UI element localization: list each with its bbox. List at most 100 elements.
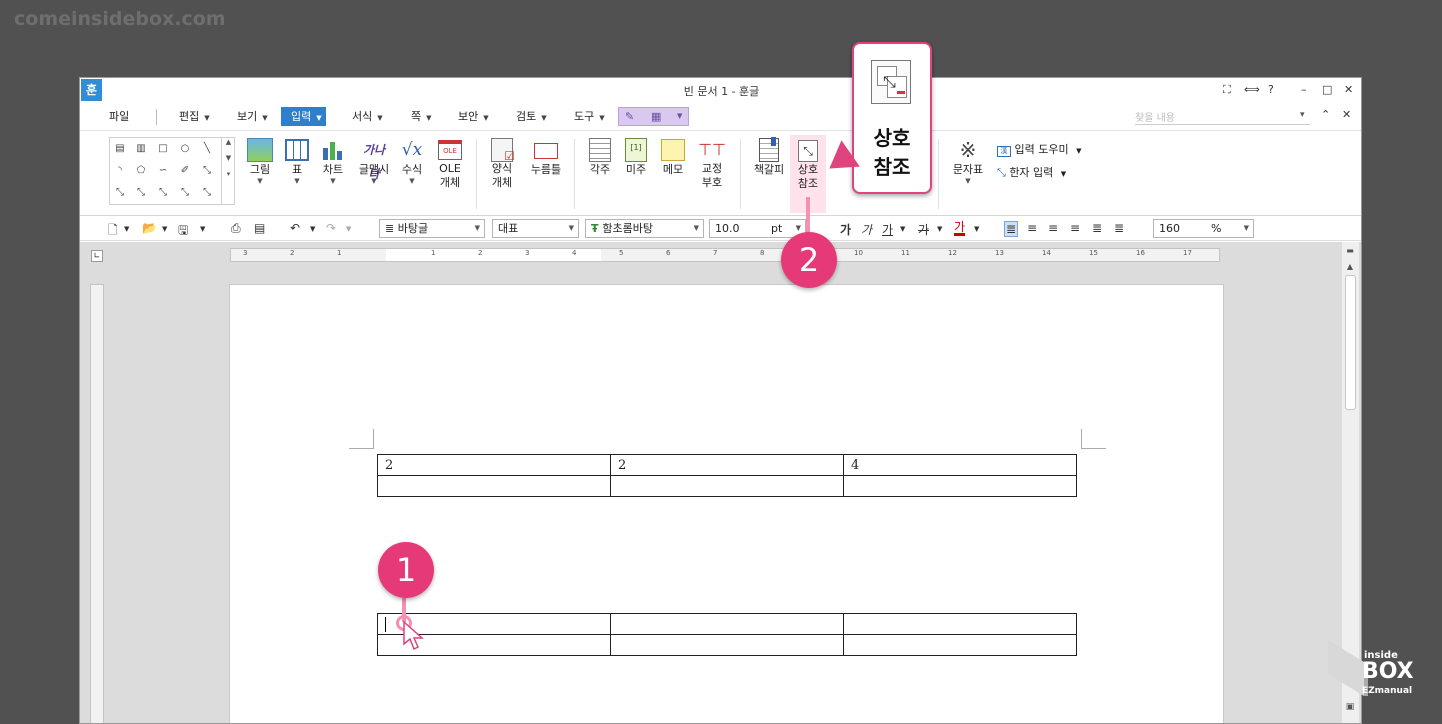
document-table[interactable]: 2 2 4 — [377, 454, 1077, 497]
connector-icon[interactable]: ⤡ — [200, 165, 214, 177]
chevron-down-icon[interactable]: ▾ — [1300, 110, 1305, 120]
menu-file[interactable]: 파일 — [105, 107, 133, 126]
style-select[interactable]: ≣ 바탕글 ▼ — [379, 219, 485, 238]
menu-review[interactable]: 검토 ▼ — [512, 107, 551, 126]
align-distribute-icon[interactable]: ≣ — [1092, 221, 1102, 235]
minimize-button[interactable]: – — [1301, 83, 1307, 96]
quick-style-toggle[interactable]: ✎ ▦ ▼ — [618, 107, 689, 126]
language-select[interactable]: 대표 ▼ — [492, 219, 579, 238]
chevron-down-icon[interactable]: ▼ — [162, 225, 167, 233]
chevron-down-icon[interactable]: ▼ — [937, 225, 942, 233]
document-table-2[interactable] — [377, 613, 1077, 656]
bold-icon[interactable]: 가 — [840, 221, 851, 238]
align-center-icon[interactable]: ≡ — [1048, 221, 1058, 235]
fullscreen-icon[interactable]: ⛶ — [1223, 83, 1231, 97]
vertical-ruler[interactable] — [90, 284, 104, 723]
page-nav-icon[interactable]: ▣ — [1344, 702, 1356, 714]
menu-insert[interactable]: 입력 ▼ — [281, 107, 326, 126]
shape-gallery[interactable]: ▤ ▥ □ ○ ╲ ◝ ⬠ ∽ ✐ ⤡ ⤡ ⤡ ⤡ ⤡ ⤡ ▲ ▼ ▾ — [109, 137, 235, 205]
chevron-down-icon[interactable]: ▼ — [200, 225, 205, 233]
connector-icon[interactable]: ⤡ — [200, 187, 214, 199]
table-cell[interactable]: 2 — [610, 454, 844, 476]
italic-icon[interactable]: 가 — [861, 221, 872, 238]
chevron-down-icon[interactable]: ▼ — [346, 225, 351, 233]
font-color-icon[interactable]: 가 — [954, 221, 966, 236]
new-document-icon[interactable]: 🗋 — [108, 221, 118, 242]
chevron-down-icon[interactable]: ▼ — [900, 225, 905, 233]
ribbon-memo-button[interactable]: 메모 — [656, 138, 690, 177]
barcode-icon[interactable]: ▥ — [134, 143, 148, 155]
open-folder-icon[interactable]: 📂 — [142, 221, 157, 235]
line-icon[interactable]: ╲ — [200, 143, 214, 155]
connector-icon[interactable]: ⤡ — [134, 187, 148, 199]
tab-stop-icon[interactable]: ∟ — [91, 250, 103, 262]
collapse-ribbon-icon[interactable]: ⌃ — [1321, 108, 1330, 121]
textbox-icon[interactable]: ▤ — [113, 143, 127, 155]
zoom-input[interactable]: 160% ▼ — [1153, 219, 1254, 238]
print-icon[interactable]: ⎙ — [231, 221, 241, 236]
ellipse-icon[interactable]: ○ — [178, 143, 192, 155]
ribbon-endnote-button[interactable]: [1] 미주 — [619, 138, 653, 177]
rectangle-icon[interactable]: □ — [156, 143, 170, 155]
close-button[interactable]: ✕ — [1344, 83, 1353, 96]
font-select[interactable]: Ŧ 함초롬바탕 ▼ — [585, 219, 704, 238]
ribbon-form-object-button[interactable]: ☑ 양식 개체 — [485, 138, 519, 190]
menu-format[interactable]: 서식 ▼ — [348, 107, 387, 126]
ribbon-chart-button[interactable]: 차트 ▼ — [316, 138, 350, 185]
menu-security[interactable]: 보안 ▼ — [454, 107, 493, 126]
resize-icon[interactable]: ⟺ — [1244, 83, 1260, 96]
polygon-icon[interactable]: ⬠ — [134, 165, 148, 177]
align-justify-icon[interactable]: ≣ — [1004, 221, 1019, 237]
connector-icon[interactable]: ⤡ — [113, 187, 127, 199]
align-left-icon[interactable]: ≡ — [1027, 221, 1037, 235]
table-cell[interactable]: 4 — [843, 454, 1077, 476]
font-size-input[interactable]: 10.0 pt ▼ — [709, 219, 806, 238]
ribbon-footnote-button[interactable]: 각주 — [583, 138, 617, 177]
connector-icon[interactable]: ⤡ — [156, 187, 170, 199]
align-split-icon[interactable]: ≣ — [1114, 221, 1124, 235]
chevron-down-icon[interactable]: ▼ — [974, 225, 979, 233]
freehand-icon[interactable]: ✐ — [178, 165, 192, 177]
ribbon-equation-button[interactable]: √x 수식 ▼ — [395, 138, 429, 185]
ribbon-proofmark-button[interactable]: ⊤⊤ 교정 부호 — [693, 138, 731, 190]
horizontal-ruler[interactable]: 3 2 1 1 2 3 4 5 6 7 8 9 10 11 12 13 14 1… — [230, 248, 1220, 262]
align-right-icon[interactable]: ≡ — [1070, 221, 1080, 235]
table-cell[interactable] — [843, 475, 1077, 497]
ribbon-field-button[interactable]: 누름틀 — [526, 138, 566, 177]
help-icon[interactable]: ? — [1268, 83, 1274, 96]
input-helper-button[interactable]: 漢 입력 도우미 ▼ — [997, 141, 1107, 157]
strikethrough-icon[interactable]: 가 — [918, 221, 929, 238]
menu-tools[interactable]: 도구 ▼ — [570, 107, 609, 126]
redo-icon[interactable]: ↷ — [326, 221, 336, 235]
chevron-down-icon[interactable]: ▼ — [124, 225, 129, 233]
ribbon-picture-button[interactable]: 그림 ▼ — [243, 138, 277, 185]
gallery-scroll[interactable]: ▲ ▼ ▾ — [221, 138, 235, 204]
ribbon-table-button[interactable]: 표 ▼ — [280, 138, 314, 185]
table-cell[interactable] — [843, 634, 1077, 656]
scroll-thumb[interactable] — [1345, 275, 1356, 410]
table-cell[interactable] — [610, 634, 844, 656]
connector-icon[interactable]: ⤡ — [178, 187, 192, 199]
menu-view[interactable]: 보기 ▼ — [233, 107, 272, 126]
ribbon-ole-button[interactable]: OLE OLE 개체 — [433, 138, 467, 190]
curve-icon[interactable]: ∽ — [156, 165, 170, 177]
document-page[interactable]: 2 2 4 — [229, 284, 1224, 723]
scroll-split-icon[interactable]: ▬ — [1344, 246, 1356, 256]
arc-icon[interactable]: ◝ — [113, 165, 127, 177]
preview-icon[interactable]: ▤ — [254, 221, 265, 235]
table-cell[interactable] — [843, 613, 1077, 635]
table-cell[interactable] — [377, 475, 611, 497]
menu-edit[interactable]: 편집 ▼ — [175, 107, 214, 126]
search-input[interactable]: 찾을 내용 — [1135, 109, 1310, 125]
table-cell[interactable] — [610, 613, 844, 635]
table-cell[interactable]: 2 — [377, 454, 611, 476]
table-cell[interactable] — [610, 475, 844, 497]
ribbon-charmap-button[interactable]: ※ 문자표 ▼ — [948, 138, 988, 185]
menu-page[interactable]: 쪽 ▼ — [407, 107, 436, 126]
ribbon-bookmark-button[interactable]: 책갈피 — [750, 137, 788, 177]
close-doc-icon[interactable]: ✕ — [1342, 108, 1351, 121]
underline-icon[interactable]: 가 — [882, 221, 893, 238]
undo-icon[interactable]: ↶ — [290, 221, 300, 235]
chevron-down-icon[interactable]: ▼ — [310, 225, 315, 233]
ribbon-textart-button[interactable]: 가나다 글맵시 ▼ — [354, 138, 394, 185]
